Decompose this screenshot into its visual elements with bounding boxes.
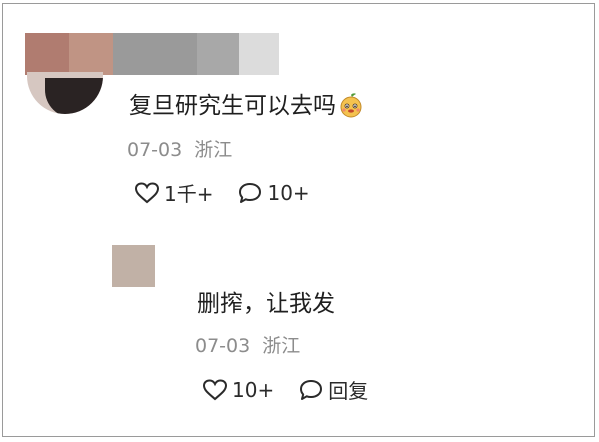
- reply-date: 07-03: [195, 335, 251, 357]
- comment-location: 浙江: [194, 139, 233, 161]
- comment-thread: 复旦研究生可以去吗 07-03 浙江 1千+ 10+ 删搾，让我发 07-03 …: [2, 3, 595, 437]
- reply-body: 删搾，让我发: [197, 284, 335, 318]
- comment-text: 复旦研究生可以去吗: [129, 93, 336, 119]
- heart-icon: [134, 181, 160, 203]
- comment-meta: 07-03 浙江: [127, 135, 232, 162]
- reply-count: 10+: [267, 180, 310, 205]
- comment-date: 07-03: [127, 139, 183, 161]
- avatar[interactable]: [27, 72, 103, 114]
- comment-actions: 1千+ 10+: [134, 178, 334, 207]
- heart-icon: [202, 378, 228, 400]
- comment-body: 复旦研究生可以去吗: [129, 86, 364, 124]
- like-button[interactable]: 1千+: [134, 178, 213, 207]
- username-redacted: [25, 33, 279, 75]
- reply-like-count: 10+: [232, 377, 275, 402]
- reply-avatar[interactable]: [112, 245, 155, 287]
- like-count: 1千+: [164, 182, 214, 206]
- reply-actions: 10+ 回复: [202, 375, 392, 404]
- reply-button[interactable]: 回复: [298, 375, 368, 404]
- reply-label: 回复: [328, 379, 369, 403]
- smiling-orange-emoji-icon: [338, 92, 364, 124]
- comment-bubble-icon: [300, 379, 323, 400]
- reply-count-button[interactable]: 10+: [237, 180, 310, 205]
- reply-like-button[interactable]: 10+: [202, 378, 274, 402]
- reply-meta: 07-03 浙江: [195, 331, 300, 358]
- reply-text: 删搾，让我发: [197, 291, 335, 317]
- comment-bubble-icon: [239, 182, 262, 203]
- reply-location: 浙江: [262, 335, 301, 357]
